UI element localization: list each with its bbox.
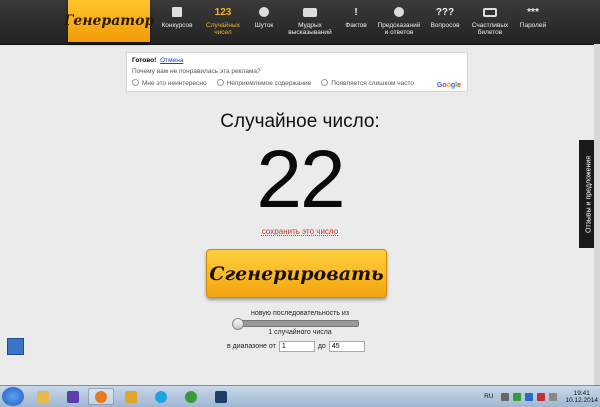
range-to-label: до [317, 343, 326, 350]
nav-item-label: Паролей [519, 22, 547, 29]
system-tray: RU 19:41 10.12.2014 [484, 386, 598, 407]
nav-item-5[interactable]: Предсказаний и ответов [373, 0, 425, 44]
nav-item-label: Мудрых высказываний [288, 22, 332, 36]
tray-icon[interactable] [513, 392, 522, 401]
nav-item-label: Предсказаний и ответов [377, 22, 421, 36]
utorrent-icon [185, 390, 197, 403]
ad-option-not-interested[interactable]: Мне это неинтересно [132, 79, 207, 87]
gift-icon [172, 5, 182, 19]
folder-icon [37, 390, 49, 403]
radio-icon[interactable] [132, 79, 139, 86]
volume-icon[interactable] [549, 392, 558, 401]
site-logo[interactable]: Генератор [64, 0, 154, 42]
range-from-label: в диапазоне от [227, 343, 276, 350]
nav-item-label: Счастливых билетов [471, 22, 509, 36]
nav-item-0[interactable]: Конкурсов [155, 0, 199, 44]
windows-taskbar: RU 19:41 10.12.2014 [0, 385, 600, 407]
sequence-label: новую последовательность из [250, 310, 350, 317]
tray-icon[interactable] [537, 392, 546, 401]
nav-item-4[interactable]: ! Фактов [339, 0, 373, 44]
ball-icon [394, 5, 404, 19]
clock[interactable]: 19:41 10.12.2014 [565, 390, 598, 404]
nav-item-label: Шуток [254, 22, 274, 29]
start-button[interactable] [2, 387, 24, 406]
range-to-input[interactable] [328, 341, 365, 352]
language-indicator[interactable]: RU [484, 393, 493, 400]
firefox-icon [95, 390, 107, 403]
save-number-link[interactable]: сохранить это число [0, 227, 600, 236]
ticket-icon [483, 5, 497, 19]
random-number: 22 [256, 134, 345, 225]
nav-item-3[interactable]: Мудрых высказываний [281, 0, 339, 44]
exclamation-icon: ! [354, 6, 358, 18]
count-slider[interactable] [232, 318, 359, 330]
corner-widget-button[interactable] [7, 338, 24, 355]
tray-icon[interactable] [525, 392, 534, 401]
taskbar-media-player[interactable] [118, 388, 144, 405]
photoshop-icon [215, 390, 227, 403]
ad-done-label: Готово! [132, 57, 157, 64]
taskbar-photoshop[interactable] [208, 388, 234, 405]
nav-item-label: Вопросов [430, 22, 460, 29]
nav-item-8[interactable]: *** Паролей [515, 0, 551, 44]
clock-time: 19:41 [573, 389, 590, 397]
smile-icon [259, 5, 269, 19]
top-navigation-bar: Генератор Конкурсов 123 Случайных чисел Шут… [0, 0, 600, 45]
nav-item-label: Случайных чисел [206, 22, 240, 36]
ad-cancel-link[interactable]: Отмена [160, 57, 183, 64]
123-icon: 123 [214, 6, 232, 18]
nav-item-7[interactable]: Счастливых билетов [465, 0, 515, 44]
taskbar-firefox[interactable] [88, 388, 114, 405]
password-icon: *** [527, 6, 539, 18]
ad-status-line: Готово! Отмена [132, 57, 183, 64]
generate-button[interactable]: Сгенерировать [206, 249, 387, 298]
range-from-input[interactable] [278, 341, 315, 352]
count-label: 1 случайного числа [268, 329, 332, 336]
media-player-icon [125, 390, 137, 403]
ad-feedback-box: Готово! Отмена Почему вам не понравилась… [126, 52, 468, 92]
scroll-icon [303, 5, 317, 19]
taskbar-explorer[interactable] [30, 388, 56, 405]
ad-options: Мне это неинтересно Неприемлемое содержа… [132, 79, 414, 87]
main-nav: Конкурсов 123 Случайных чисел Шуток Мудрых в… [155, 0, 551, 44]
taskbar-utorrent[interactable] [178, 388, 204, 405]
ad-question: Почему вам не понравилась эта реклама? [132, 68, 261, 75]
browser-page: Генератор Конкурсов 123 Случайных чисел Шут… [0, 0, 600, 385]
nav-item-6[interactable]: ??? Вопросов [425, 0, 465, 44]
clock-date: 10.12.2014 [565, 396, 598, 404]
ad-option-too-often[interactable]: Появляется слишком часто [321, 79, 414, 87]
taskbar-skype[interactable] [148, 388, 174, 405]
nav-item-label: Фактов [345, 22, 367, 29]
nav-item-2[interactable]: Шуток [247, 0, 281, 44]
nav-item-label: Конкурсов [161, 22, 193, 29]
google-logo: Google [436, 82, 461, 89]
taskbar-app-purple[interactable] [60, 388, 86, 405]
question-icon: ??? [435, 6, 455, 18]
ad-option-inappropriate[interactable]: Неприемлемое содержание [216, 79, 311, 87]
page-scrollbar[interactable] [594, 44, 600, 385]
radio-icon[interactable] [216, 79, 224, 86]
nav-item-1[interactable]: 123 Случайных чисел [199, 0, 247, 44]
tray-icon[interactable] [501, 392, 510, 401]
radio-icon[interactable] [321, 79, 329, 86]
range-row: в диапазоне от до [227, 341, 368, 352]
skype-icon [155, 390, 167, 403]
app-icon [67, 390, 79, 403]
